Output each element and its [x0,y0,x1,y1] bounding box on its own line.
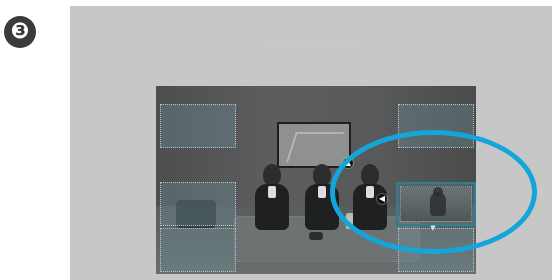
wall-art [286,132,344,162]
screen-title: · · · · · · · · · · · · · · · [270,39,362,49]
participant-head [263,164,281,186]
participant-collar [268,186,276,198]
table-device [309,232,323,240]
highlight-circle [330,130,537,254]
instruction-step-panel: ❸ · · · · · · · · · · · · · · · ▲ ◀ ▼ [0,0,552,280]
layout-tile-top-left[interactable] [160,104,236,148]
layout-tile-bottom-left[interactable] [160,228,236,272]
participant-collar [318,186,326,198]
wall-art-frame [277,122,351,168]
participant-figure [250,164,294,230]
participant-head [313,164,331,186]
step-badge: ❸ [4,16,36,48]
layout-tile-middle-left[interactable] [160,182,236,226]
